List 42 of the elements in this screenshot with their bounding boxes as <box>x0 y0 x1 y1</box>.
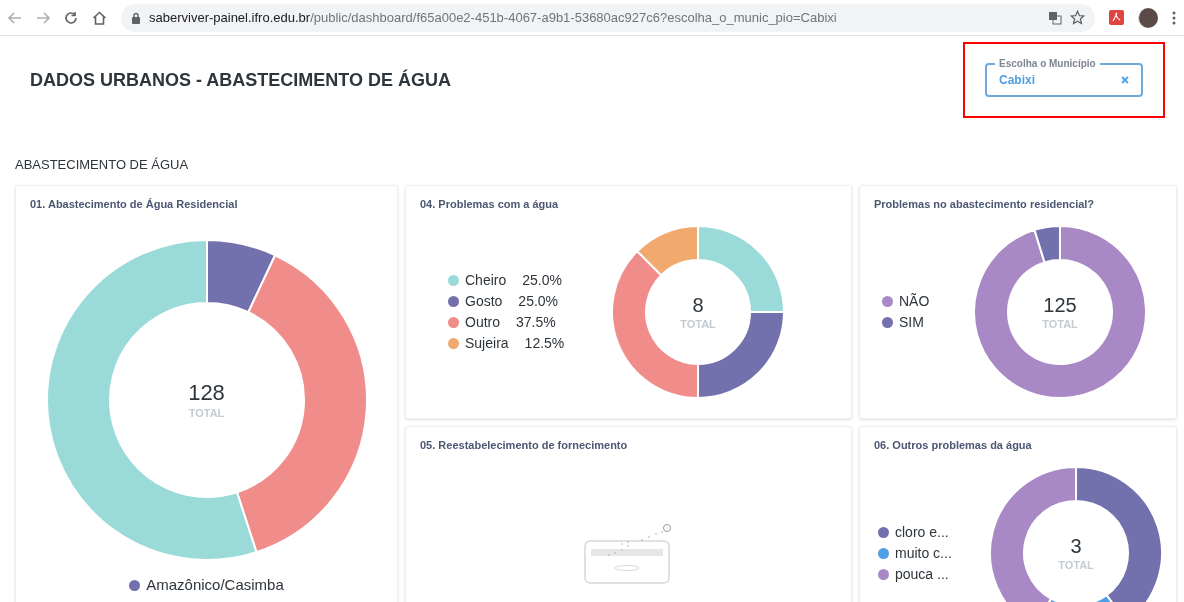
legend-label: Sujeira <box>465 334 509 353</box>
section-title: ABASTECIMENTO DE ÁGUA <box>14 156 190 174</box>
card-title: 05. Reestabelecimento de fornecimento <box>420 437 629 453</box>
filter-value: Cabixi <box>999 72 1035 89</box>
total-label: TOTAL <box>1042 317 1078 332</box>
card-title: 06. Outros problemas da água <box>874 437 1033 453</box>
legend-label: NÃO <box>899 292 930 311</box>
legend-label: Amazônico/Casimba <box>146 575 284 595</box>
star-icon[interactable] <box>1070 10 1085 25</box>
total-label: TOTAL <box>188 406 225 421</box>
card-title: 01. Abastecimento de Água Residencial <box>30 196 239 212</box>
legend-label: Outro <box>465 313 500 332</box>
menu-icon[interactable] <box>1172 10 1176 25</box>
legend-label: SIM <box>899 313 924 332</box>
translate-icon[interactable] <box>1048 10 1062 25</box>
total-label: TOTAL <box>1058 558 1094 573</box>
reload-icon[interactable] <box>64 10 78 25</box>
address-bar[interactable]: saberviver-painel.ifro.edu.br/public/dashboard/f65a00e2-451b-4067-a9b1-53680ac927c6?escolha_o_munic_pio=Cabixi <box>121 3 1095 32</box>
total-value: 3 <box>1070 533 1082 559</box>
close-icon[interactable] <box>1121 76 1129 84</box>
filter-label: Escolha o Município <box>995 56 1100 71</box>
home-icon[interactable] <box>92 10 107 25</box>
total-label: TOTAL <box>680 317 716 332</box>
legend-label: cloro e... <box>895 522 949 542</box>
legend-percent: 25.0% <box>522 271 562 290</box>
legend-percent: 12.5% <box>524 334 565 353</box>
legend-label: pouca ... <box>895 564 949 584</box>
legend-percent: 37.5% <box>516 313 556 332</box>
card-title: 04. Problemas com a água <box>420 196 560 212</box>
legend-label: muito c... <box>895 543 952 563</box>
pdf-extension-icon[interactable] <box>1109 10 1124 25</box>
lock-icon <box>131 11 141 24</box>
url-text: saberviver-painel.ifro.edu.br/public/dashboard/f65a00e2-451b-4067-a9b1-53680ac927c6?escolha_o_munic_pio=Cabixi <box>149 8 837 27</box>
legend-percent: 25.0% <box>518 292 559 311</box>
total-value: 8 <box>692 292 704 318</box>
total-value: 128 <box>188 379 225 407</box>
dashboard-title: DADOS URBANOS - ABASTECIMENTO DE ÁGUA <box>30 68 451 92</box>
card-title: Problemas no abastecimento residencial? <box>874 196 1096 212</box>
total-value: 125 <box>1043 292 1077 318</box>
profile-avatar-icon[interactable] <box>1138 7 1158 28</box>
legend-label: Cheiro <box>465 271 507 290</box>
legend-label: Gosto <box>465 292 503 311</box>
